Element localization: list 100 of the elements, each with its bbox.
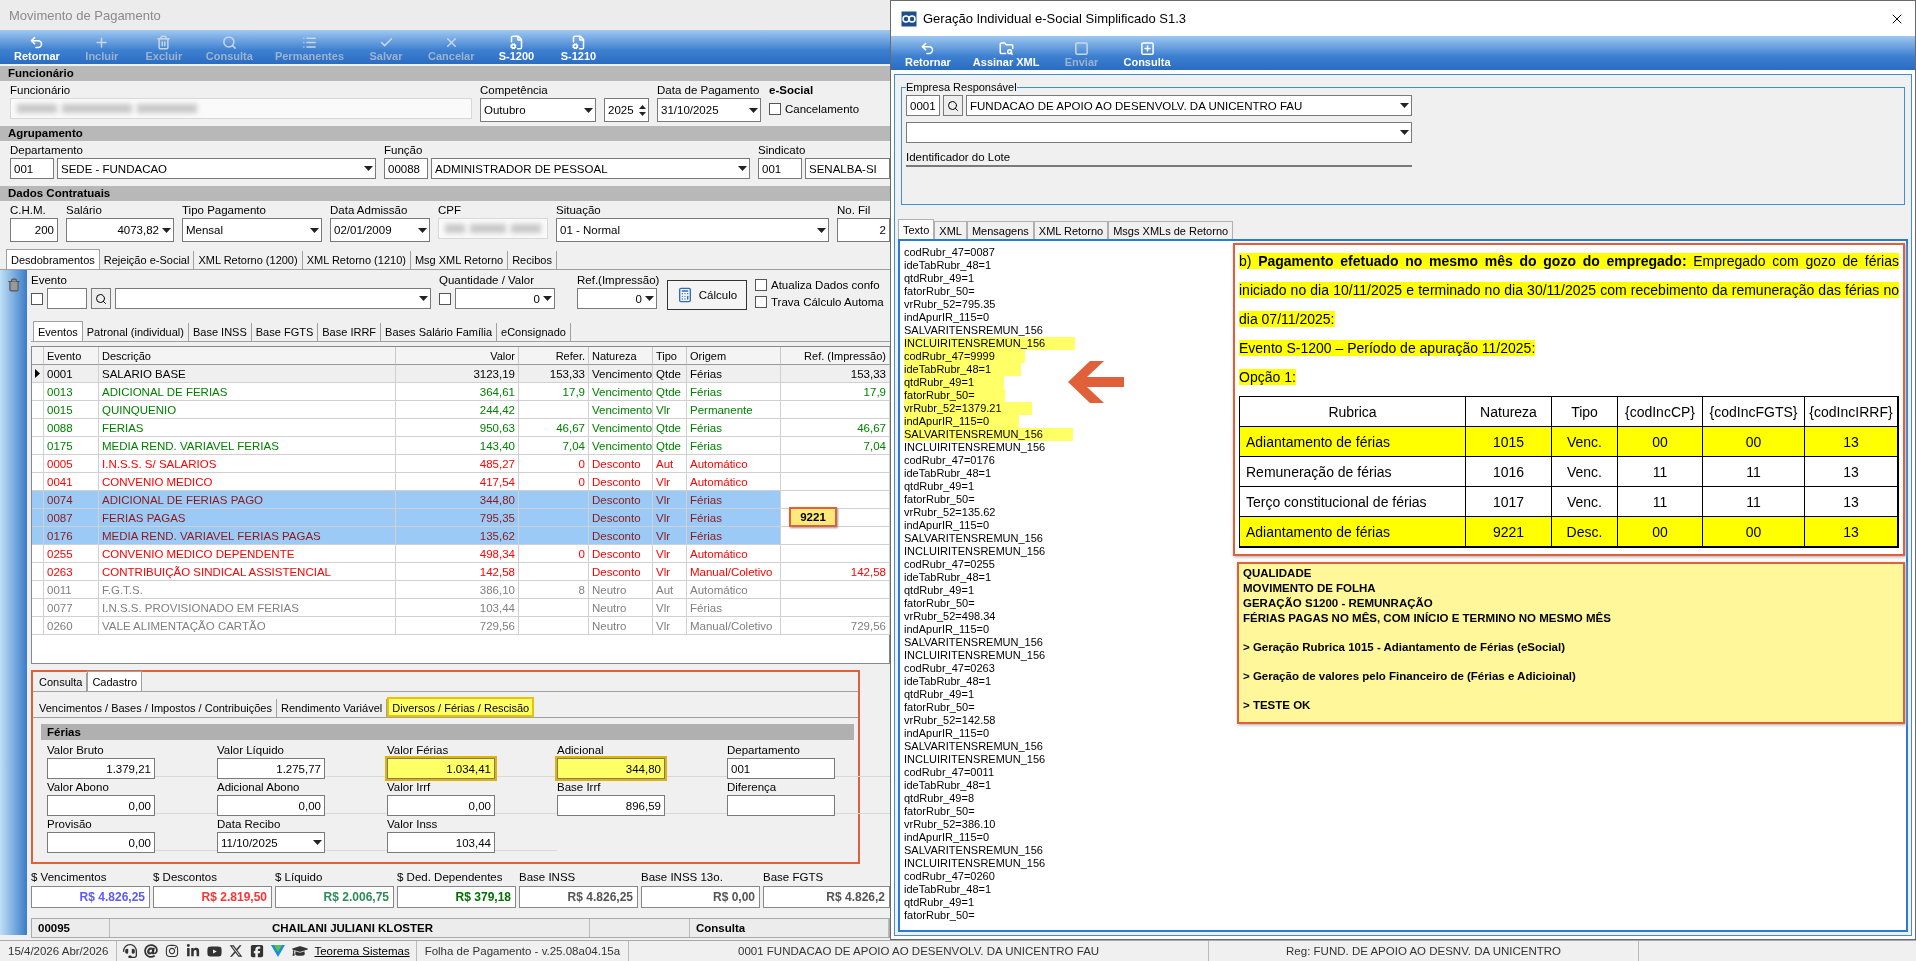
table-cell: 344,80	[396, 491, 519, 509]
toolbar-button[interactable]: S-1200	[490, 35, 543, 62]
tab[interactable]: Base IRRF	[318, 323, 382, 341]
tab[interactable]: Msg XML Retorno	[410, 251, 509, 269]
checkbox[interactable]	[31, 292, 43, 305]
dropdown-field[interactable]: ADMINISTRADOR DE PESSOAL	[431, 158, 750, 179]
text-line: codRubr_47=0255	[904, 558, 996, 571]
tab[interactable]: Vencimentos / Bases / Impostos / Contribuições	[35, 699, 277, 717]
dropdown-field[interactable]: SEDE - FUNDACAO	[57, 158, 376, 179]
spin-field[interactable]: 2025	[604, 98, 649, 122]
toolbar-button[interactable]: Retornar	[8, 35, 66, 62]
note-text: QUALIDADE	[1243, 566, 1313, 581]
field-label: Adicional Abono	[217, 780, 301, 795]
table-cell: 0074	[44, 491, 99, 509]
dropdown-field[interactable]: Mensal	[182, 218, 322, 242]
trash-icon[interactable]	[7, 278, 21, 292]
code-field[interactable]: 001	[10, 158, 54, 179]
dropdown-field[interactable]: Outubro	[480, 98, 596, 122]
text-field[interactable]: 0,00	[217, 795, 325, 816]
dropdown-field[interactable]: 11/10/2025	[217, 832, 325, 853]
text-field[interactable]: 1.034,41	[387, 758, 495, 779]
text-field[interactable]: 103,44	[387, 832, 495, 853]
code-field[interactable]	[47, 288, 87, 309]
table-cell: Remuneração de férias	[1240, 457, 1466, 487]
headset-icon[interactable]	[123, 944, 138, 958]
dropdown-field[interactable]: FUNDACAO DE APOIO AO DESENVOLV. DA UNICENTRO FAU	[966, 95, 1412, 116]
dropdown-field[interactable]	[115, 288, 431, 309]
graduation-cap-icon[interactable]	[292, 943, 309, 959]
tab[interactable]: XML Retorno (1200)	[194, 251, 303, 269]
dropdown-field[interactable]: 0	[577, 288, 657, 309]
x-logo-icon[interactable]	[229, 944, 244, 958]
tab[interactable]: Diversos / Férias / Rescisão	[387, 697, 535, 717]
text-field[interactable]: SENALBA-SI	[805, 158, 890, 179]
tab[interactable]: Patronal (individual)	[82, 323, 189, 341]
table-cell: Aut	[653, 581, 687, 599]
dropdown-field[interactable]	[906, 122, 1412, 143]
tab[interactable]: Mensagens	[966, 221, 1034, 239]
text-field[interactable]: 1.379,21	[47, 758, 155, 779]
checkbox[interactable]	[755, 279, 767, 291]
tab[interactable]: Desdobramentos	[6, 249, 100, 269]
tab[interactable]: Eventos	[33, 321, 83, 341]
table-cell: Venc.	[1552, 457, 1618, 487]
table-cell: Vlr	[653, 545, 687, 563]
table-cell: Desconto	[589, 545, 653, 563]
toolbar-button[interactable]: S-1210	[552, 35, 605, 62]
text-field[interactable]: 0,00	[387, 795, 495, 816]
at-sign-icon[interactable]	[144, 944, 159, 958]
linkedin-icon[interactable]	[186, 944, 201, 958]
checkbox[interactable]	[769, 102, 781, 115]
calculate-button[interactable]: Cálculo	[667, 280, 747, 310]
tab[interactable]: XML	[934, 221, 967, 239]
dropdown-field[interactable]: 0	[455, 288, 555, 309]
code-field[interactable]: 00088	[384, 158, 428, 179]
dropdown-field[interactable]: 01 - Normal	[556, 218, 829, 242]
code-field[interactable]: 001	[758, 158, 802, 179]
tab[interactable]: Msgs XMLs de Retorno	[1108, 221, 1234, 239]
row-indicator[interactable]	[32, 365, 44, 383]
tab[interactable]: Texto	[898, 219, 935, 239]
tab[interactable]: Bases Salário Família	[381, 323, 498, 341]
field-label: Função	[384, 143, 424, 158]
instagram-icon[interactable]	[165, 944, 180, 958]
tab[interactable]: Recibos	[508, 251, 557, 269]
checkbox[interactable]	[439, 292, 451, 305]
dropdown-field[interactable]: 02/01/2009	[330, 218, 430, 242]
text-field[interactable]	[727, 795, 835, 816]
blurred-field[interactable]	[438, 218, 548, 239]
table-cell: Automático	[687, 455, 781, 473]
toolbar-button[interactable]: Assinar XML	[966, 41, 1046, 68]
facebook-icon[interactable]	[250, 944, 265, 958]
dropdown-field[interactable]: 31/10/2025	[657, 98, 761, 122]
text-field[interactable]: 2	[837, 218, 890, 242]
text-field[interactable]: 001	[727, 758, 835, 779]
toolbar-button[interactable]: Consulta	[1117, 41, 1177, 68]
text-field[interactable]: 1.275,77	[217, 758, 325, 779]
tab[interactable]: Base FGTS	[251, 323, 319, 341]
dropdown-field[interactable]: 4073,82	[66, 218, 174, 242]
text-field[interactable]: 896,59	[557, 795, 665, 816]
company-link[interactable]: Teorema Sistemas	[314, 945, 416, 957]
search-button[interactable]	[943, 95, 963, 116]
text-field[interactable]: 200	[10, 218, 58, 242]
table-cell: 0001	[44, 365, 99, 383]
calculator-icon	[676, 287, 693, 303]
toolbar-button[interactable]: Retornar	[899, 41, 957, 68]
tab[interactable]: XML Retorno (1210)	[302, 251, 411, 269]
text-field[interactable]: 0,00	[47, 832, 155, 853]
caret-icon	[310, 227, 319, 233]
checkbox[interactable]	[755, 296, 767, 308]
code-field[interactable]: 0001	[906, 95, 940, 116]
undo-icon	[29, 35, 45, 50]
tab[interactable]: XML Retorno	[1033, 221, 1109, 239]
tab[interactable]: Base INSS	[188, 323, 252, 341]
tab[interactable]: Rejeição e-Social	[99, 251, 195, 269]
blurred-field[interactable]	[10, 98, 472, 119]
search-button[interactable]	[91, 288, 111, 309]
text-field[interactable]: 344,80	[557, 758, 665, 779]
tab[interactable]: Cadastro	[87, 671, 143, 691]
text-field[interactable]: 0,00	[47, 795, 155, 816]
table-cell: VALE ALIMENTAÇÃO CARTÃO	[99, 617, 396, 635]
tab[interactable]: eConsignado	[497, 323, 571, 341]
table-cell: 417,54	[396, 473, 519, 491]
